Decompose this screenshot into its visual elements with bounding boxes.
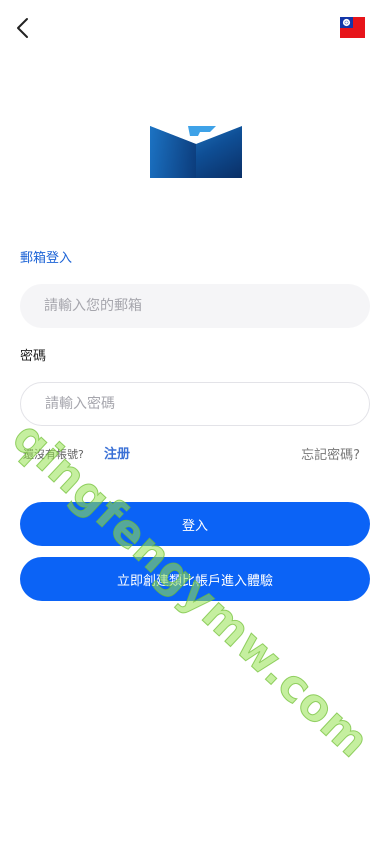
brand-logo-icon [150,126,242,178]
chevron-left-icon [17,18,28,38]
password-input[interactable] [20,382,370,426]
login-button[interactable]: 登入 [20,502,370,546]
email-login-label: 郵箱登入 [20,251,73,266]
email-input[interactable] [20,284,370,328]
taiwan-flag-icon[interactable] [340,17,365,38]
register-link[interactable]: 注册 [104,443,130,462]
no-account-text: 還沒有帳號? [23,448,84,461]
create-demo-account-button[interactable]: 立即創建類比帳戶進入體驗 [20,557,370,601]
back-button[interactable] [12,14,36,42]
forgot-password-link[interactable]: 忘記密碼? [301,444,360,463]
password-label: 密碼 [20,349,47,364]
